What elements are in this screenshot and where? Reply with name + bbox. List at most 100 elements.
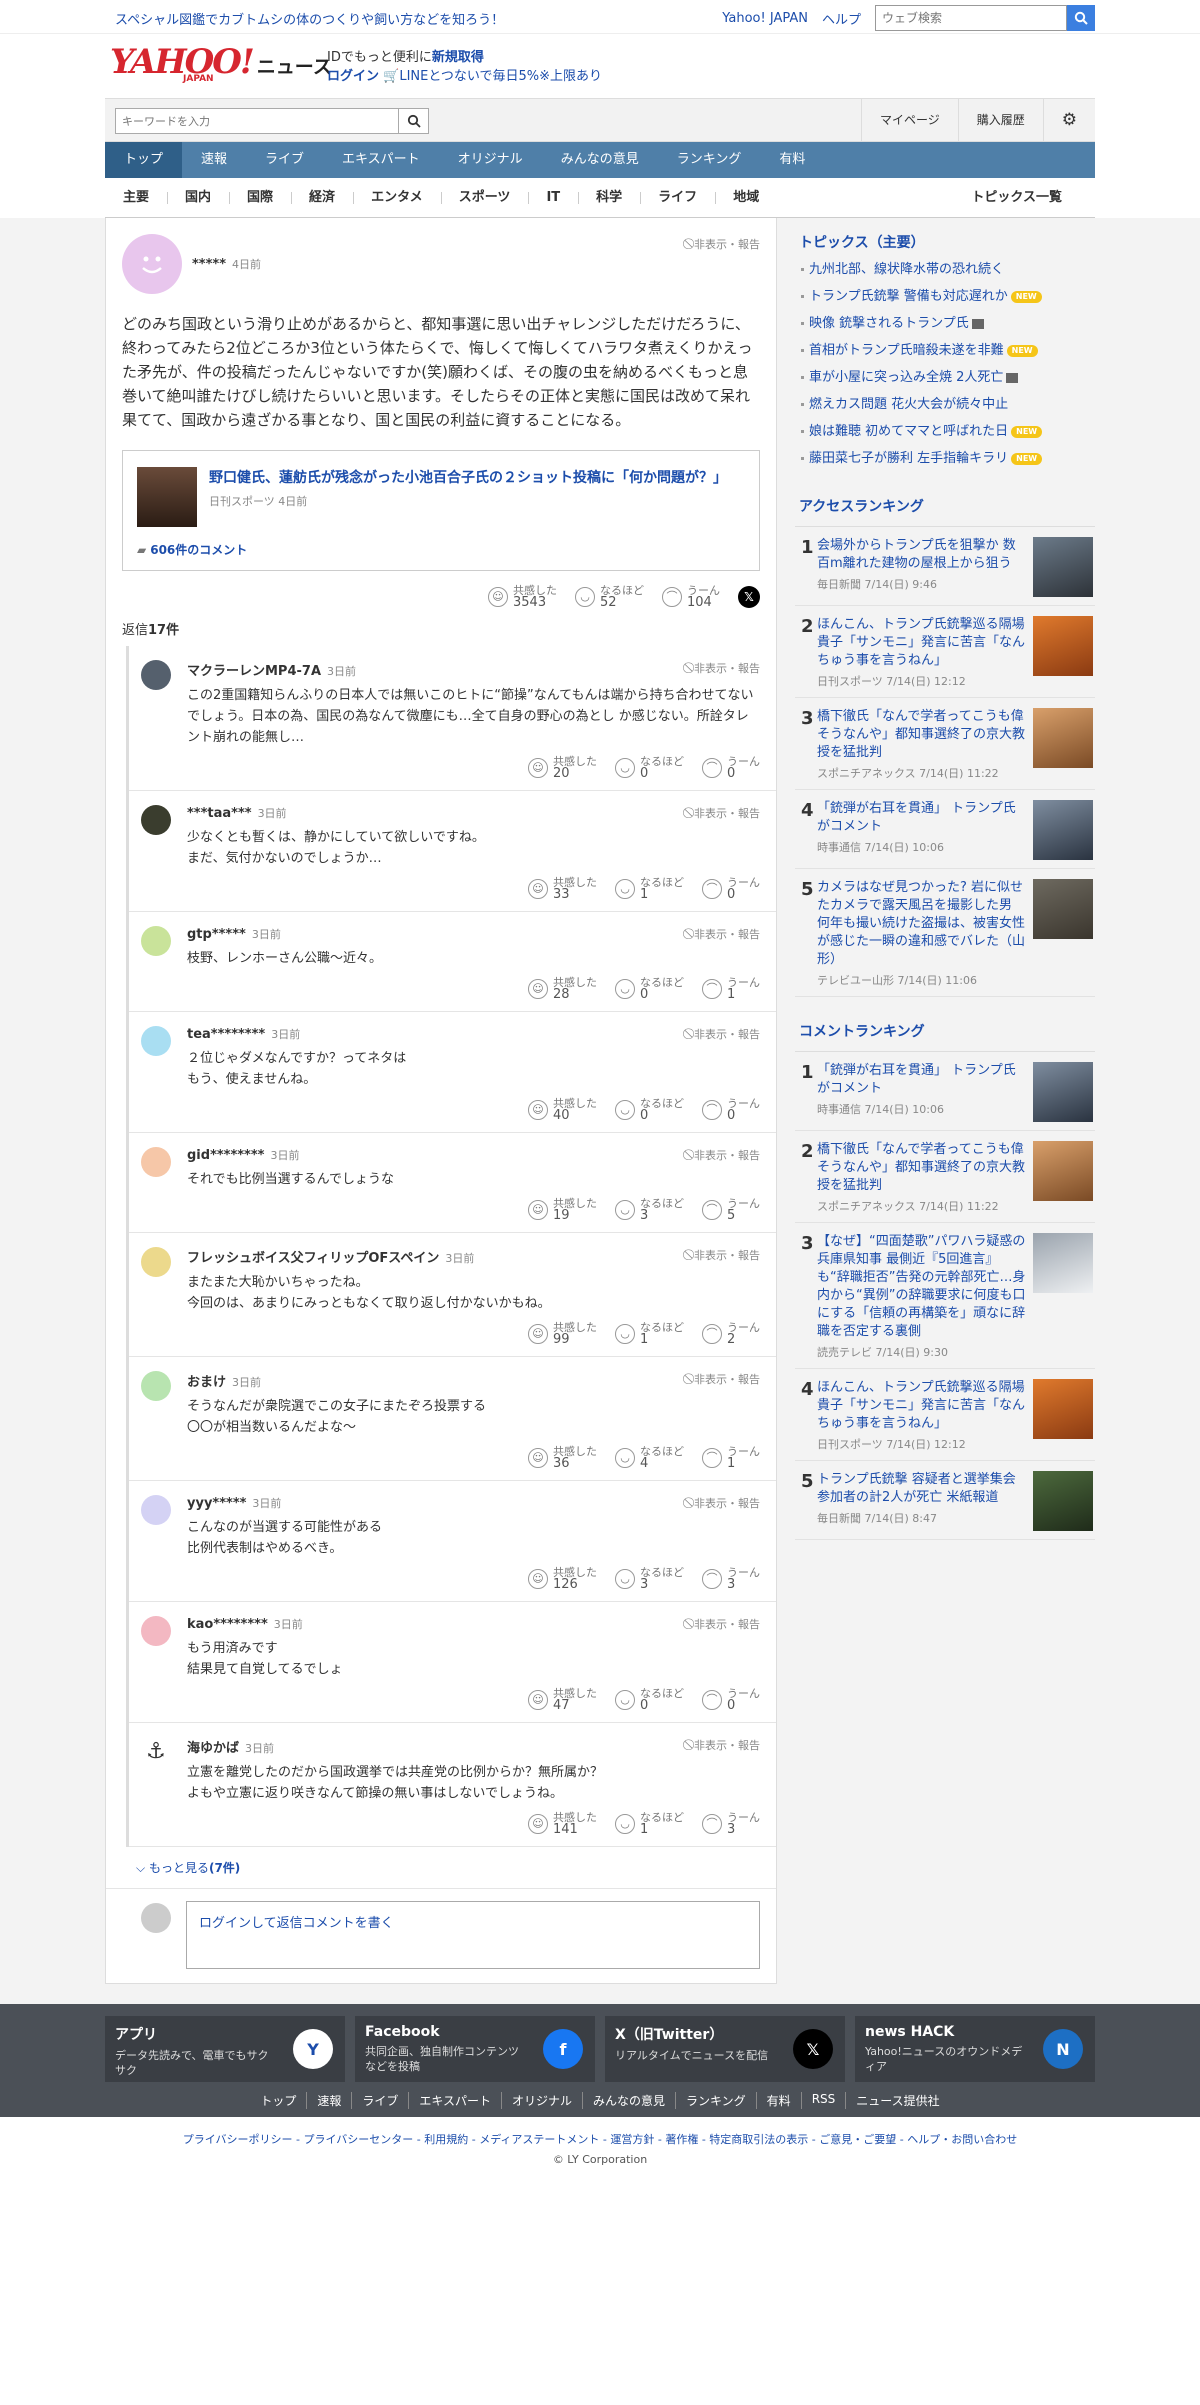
ranking-item[interactable]: 5 トランプ氏銃撃 容疑者と選挙集会参加者の計2人が死亡 米紙報道 毎日新聞 7/1… (795, 1461, 1095, 1540)
mypage-link[interactable]: マイページ (860, 99, 958, 141)
hmm-button[interactable]: ⌒ うーん 0 (702, 877, 760, 901)
empathy-button[interactable]: ☺ 共感した 141 (528, 1812, 597, 1836)
hide-report-button[interactable]: ⃠非表示・報告 (691, 1495, 760, 1511)
ranking-title[interactable]: カメラはなぜ見つかった? 岩に似せたカメラで露天風呂を撮影した男 何年も撮い続け… (817, 879, 1027, 969)
category-sports[interactable]: スポーツ (440, 178, 529, 217)
topics-heading[interactable]: トピックス（主要） (795, 218, 1095, 256)
topic-item[interactable]: 首相がトランプ氏暗殺未遂を非難 NEW (795, 337, 1095, 364)
topic-item[interactable]: 映像 銃撃されるトランプ氏 (795, 310, 1095, 337)
insightful-button[interactable]: ◡ なるほど 1 (615, 1812, 684, 1836)
ranking-item[interactable]: 2 橋下徹氏「なんで学者ってこうも偉そうなんや」都知事選終了の京大教授を猛批判 スポ… (795, 1131, 1095, 1223)
username[interactable]: ***taa*** (187, 806, 252, 821)
help-link[interactable]: ヘルプ (822, 9, 861, 28)
ranking-title[interactable]: 橋下徹氏「なんで学者ってこうも偉そうなんや」都知事選終了の京大教授を猛批判 (817, 1141, 1027, 1195)
ranking-item[interactable]: 4 「銃弾が右耳を貫通」 トランプ氏がコメント 時事通信 7/14(日) 10:06 (795, 790, 1095, 869)
username[interactable]: tea******** (187, 1027, 265, 1042)
hide-report-button[interactable]: ⃠非表示・報告 (691, 1247, 760, 1263)
topics-list-link[interactable]: トピックス一覧 (953, 178, 1080, 218)
insightful-button[interactable]: ◡ なるほど 0 (615, 756, 684, 780)
topic-item[interactable]: 藤田菜七子が勝利 左手指輪キラリ NEW (795, 445, 1095, 472)
username[interactable]: ***** (192, 257, 226, 272)
gnav-item-expert[interactable]: エキスパート (323, 142, 439, 178)
username[interactable]: yyy***** (187, 1496, 246, 1511)
username[interactable]: おまけ (187, 1375, 226, 1390)
login-link[interactable]: ログイン (327, 69, 379, 84)
ranking-title[interactable]: 【なぜ】“四面楚歌”パワハラ疑惑の兵庫県知事 最側近『5回進言』も“辞職拒否”告… (817, 1233, 1027, 1341)
article-comment-count[interactable]: ▰ 606件のコメント (137, 541, 745, 558)
empathy-button[interactable]: ☺ 共感した 19 (528, 1198, 597, 1222)
footer-link[interactable]: トップ (250, 2092, 306, 2109)
gnav-item-opinion[interactable]: みんなの意見 (542, 142, 658, 178)
footer-link[interactable]: 速報 (306, 2092, 351, 2109)
empathy-button[interactable]: ☺ 共感した 28 (528, 977, 597, 1001)
hmm-button[interactable]: ⌒ うーん 0 (702, 1098, 760, 1122)
category-economy[interactable]: 経済 (291, 178, 353, 217)
empathy-button[interactable]: ☺ 共感した 20 (528, 756, 597, 780)
category-domestic[interactable]: 国内 (167, 178, 229, 217)
topic-item[interactable]: トランプ氏銃撃 警備も対応遅れか NEW (795, 283, 1095, 310)
topic-item[interactable]: 娘は難聴 初めてママと呼ばれた日 NEW (795, 418, 1095, 445)
ranking-item[interactable]: 3 橋下徹氏「なんで学者ってこうも偉そうなんや」都知事選終了の京大教授を猛批判 スポ… (795, 698, 1095, 790)
insightful-button[interactable]: ◡ なるほど 1 (615, 1322, 684, 1346)
hide-report-button[interactable]: ⃠非表示・報告 (691, 926, 760, 942)
topic-item[interactable]: 九州北部、線状降水帯の恐れ続く (795, 256, 1095, 283)
category-it[interactable]: IT (528, 178, 578, 217)
insightful-button[interactable]: ◡ なるほど 52 (575, 585, 644, 609)
insightful-button[interactable]: ◡ なるほど 0 (615, 977, 684, 1001)
ranking-item[interactable]: 1 会場外からトランプ氏を狙撃か 数百m離れた建物の屋根上から狙う 毎日新聞 7/1… (795, 527, 1095, 606)
article-title[interactable]: 野口健氏、蓮舫氏が残念がった小池百合子氏の２ショット投稿に「何か問題が？」 (209, 467, 727, 489)
show-more-button[interactable]: ⌵ もっと見る(7件) (106, 1847, 776, 1888)
hide-report-button[interactable]: ⃠非表示・報告 (691, 1616, 760, 1632)
keyword-search-button[interactable] (399, 108, 429, 134)
gnav-item-paid[interactable]: 有料 (760, 142, 824, 178)
footer-link[interactable]: ニュース提供社 (845, 2092, 949, 2109)
ranking-item[interactable]: 3 【なぜ】“四面楚歌”パワハラ疑惑の兵庫県知事 最側近『5回進言』も“辞職拒否”… (795, 1223, 1095, 1369)
hide-report-button[interactable]: ⃠非表示・報告 (691, 1737, 760, 1753)
access-ranking-heading[interactable]: アクセスランキング (795, 482, 1095, 527)
ranking-title[interactable]: ほんこん、トランプ氏銃撃巡る隔場貴子「サンモニ」発言に苦言「なんちゅう事を言うね… (817, 616, 1027, 670)
signup-link[interactable]: 新規取得 (432, 50, 484, 65)
hmm-button[interactable]: ⌒ うーん 3 (702, 1567, 760, 1591)
empathy-button[interactable]: ☺ 共感した 126 (528, 1567, 597, 1591)
yahoo-japan-link[interactable]: Yahoo! JAPAN (722, 11, 808, 26)
insightful-button[interactable]: ◡ なるほど 0 (615, 1098, 684, 1122)
insightful-button[interactable]: ◡ なるほど 3 (615, 1198, 684, 1222)
footer-link[interactable]: ランキング (675, 2092, 756, 2109)
hmm-button[interactable]: ⌒ うーん 1 (702, 1446, 760, 1470)
empathy-button[interactable]: ☺ 共感した 99 (528, 1322, 597, 1346)
web-search-input[interactable] (875, 5, 1067, 31)
username[interactable]: gid******** (187, 1148, 264, 1163)
category-world[interactable]: 国際 (229, 178, 291, 217)
hmm-button[interactable]: ⌒ うーん 2 (702, 1322, 760, 1346)
insightful-button[interactable]: ◡ なるほど 1 (615, 877, 684, 901)
hmm-button[interactable]: ⌒ うーん 5 (702, 1198, 760, 1222)
insightful-button[interactable]: ◡ なるほど 4 (615, 1446, 684, 1470)
hide-report-button[interactable]: ⃠非表示・報告 (691, 805, 760, 821)
gnav-item-breaking[interactable]: 速報 (182, 142, 246, 178)
ranking-item[interactable]: 4 ほんこん、トランプ氏銃撃巡る隔場貴子「サンモニ」発言に苦言「なんちゅう事を言う… (795, 1369, 1095, 1461)
category-life[interactable]: ライフ (640, 178, 715, 217)
footer-link[interactable]: エキスパート (408, 2092, 501, 2109)
gnav-item-top[interactable]: トップ (105, 142, 183, 178)
empathy-button[interactable]: ☺ 共感した 33 (528, 877, 597, 901)
ranking-title[interactable]: 「銃弾が右耳を貫通」 トランプ氏がコメント (817, 1062, 1027, 1098)
ranking-title[interactable]: 橋下徹氏「なんで学者ってこうも偉そうなんや」都知事選終了の京大教授を猛批判 (817, 708, 1027, 762)
ranking-title[interactable]: 「銃弾が右耳を貫通」 トランプ氏がコメント (817, 800, 1027, 836)
legal-links[interactable]: プライバシーポリシー - プライバシーセンター - 利用規約 - メディアステー… (0, 2117, 1200, 2147)
category-entertainment[interactable]: エンタメ (353, 178, 441, 217)
keyword-input[interactable] (115, 108, 399, 134)
hmm-button[interactable]: ⌒ うーん 1 (702, 977, 760, 1001)
footer-card[interactable]: アプリ データ先読みで、電車でもサクサク Y (105, 2016, 345, 2082)
footer-card[interactable]: X（旧Twitter） リアルタイムでニュースを配信 𝕏 (605, 2016, 845, 2082)
ranking-title[interactable]: トランプ氏銃撃 容疑者と選挙集会参加者の計2人が死亡 米紙報道 (817, 1471, 1027, 1507)
gnav-item-live[interactable]: ライブ (246, 142, 323, 178)
ranking-item[interactable]: 1 「銃弾が右耳を貫通」 トランプ氏がコメント 時事通信 7/14(日) 10:06 (795, 1052, 1095, 1131)
gnav-item-ranking[interactable]: ランキング (658, 142, 761, 178)
category-science[interactable]: 科学 (578, 178, 640, 217)
username[interactable]: 海ゆかば (187, 1741, 239, 1756)
promo-link[interactable]: スペシャル図鑑でカブトムシの体のつくりや飼い方などを知ろう！ (115, 9, 504, 28)
footer-link[interactable]: みんなの意見 (582, 2092, 675, 2109)
hide-report-button[interactable]: ⃠非表示・報告 (691, 1371, 760, 1387)
topic-item[interactable]: 車が小屋に突っ込み全焼 2人死亡 (795, 364, 1095, 391)
empathy-button[interactable]: ☺ 共感した 36 (528, 1446, 597, 1470)
